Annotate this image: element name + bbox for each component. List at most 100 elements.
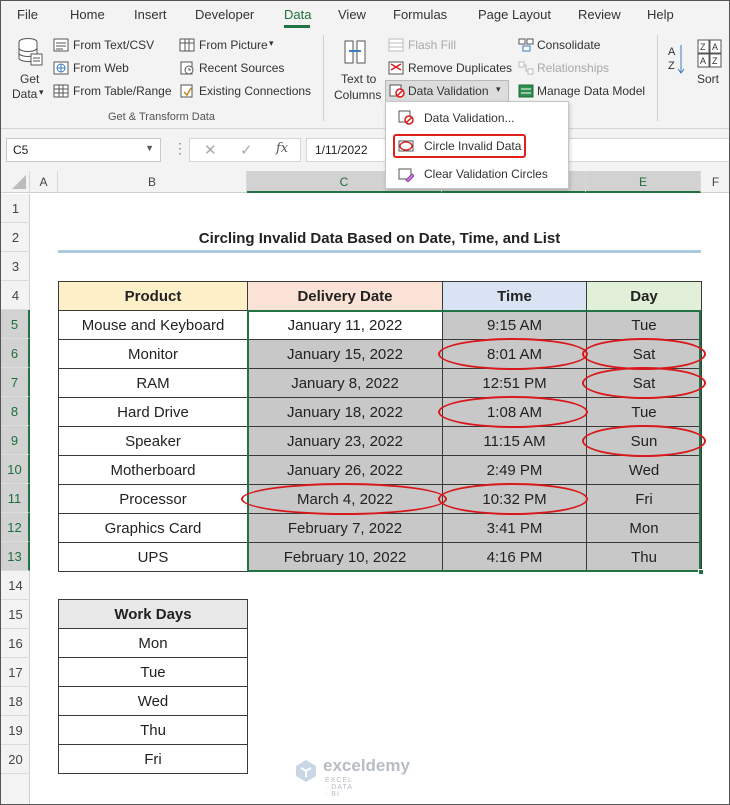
row-header[interactable]: 8	[1, 397, 30, 426]
tab-insert[interactable]: Insert	[134, 7, 167, 22]
get-data-button[interactable]: Get Data ▾	[9, 35, 49, 105]
sort-button[interactable]: ZAAZ Sort	[693, 37, 727, 107]
row-header[interactable]: 2	[1, 223, 30, 252]
flash-fill-button[interactable]: Flash Fill	[388, 37, 478, 55]
cell-time[interactable]: 2:49 PM	[442, 455, 587, 485]
sort-az-button[interactable]: AZ	[665, 39, 687, 89]
header-time[interactable]: Time	[442, 281, 587, 311]
row-header[interactable]: 11	[1, 484, 30, 513]
cell-work-day[interactable]: Mon	[58, 628, 248, 658]
row-header[interactable]: 13	[1, 542, 30, 571]
row-header[interactable]: 9	[1, 426, 30, 455]
menu-item-clear-validation-circles[interactable]: Clear Validation Circles	[386, 161, 568, 187]
select-all-corner[interactable]	[1, 171, 30, 193]
row-header[interactable]: 20	[1, 745, 30, 774]
cell-product[interactable]: Monitor	[58, 339, 248, 369]
cell-date[interactable]: February 7, 2022	[247, 513, 443, 543]
cell-product[interactable]: UPS	[58, 542, 248, 572]
insert-function-button[interactable]: fx	[276, 141, 288, 156]
row-header[interactable]: 14	[1, 571, 30, 600]
cell-date[interactable]: January 23, 2022	[247, 426, 443, 456]
consolidate-button[interactable]: Consolidate	[518, 37, 613, 55]
cell-product[interactable]: Speaker	[58, 426, 248, 456]
existing-connections-button[interactable]: Existing Connections	[179, 83, 319, 101]
row-header[interactable]: 15	[1, 600, 30, 629]
cell-time[interactable]: 9:15 AM	[442, 310, 587, 340]
name-box[interactable]: C5 ▼	[6, 138, 161, 162]
cell-day[interactable]: Wed	[586, 455, 702, 485]
data-validation-button[interactable]: Data Validation ▾	[385, 80, 509, 102]
cell-product[interactable]: Mouse and Keyboard	[58, 310, 248, 340]
header-delivery-date[interactable]: Delivery Date	[247, 281, 443, 311]
cancel-icon[interactable]: ✕	[204, 141, 217, 159]
row-header[interactable]: 10	[1, 455, 30, 484]
cell-date[interactable]: February 10, 2022	[247, 542, 443, 572]
tab-formulas[interactable]: Formulas	[393, 7, 447, 22]
row-header[interactable]: 16	[1, 629, 30, 658]
column-header-a[interactable]: A	[30, 171, 58, 193]
cell-work-day[interactable]: Thu	[58, 715, 248, 745]
cell-time[interactable]: 8:01 AM	[442, 339, 587, 369]
row-header[interactable]: 19	[1, 716, 30, 745]
menu-item-data-validation[interactable]: Data Validation...	[386, 105, 568, 131]
cell-time[interactable]: 1:08 AM	[442, 397, 587, 427]
cell-date[interactable]: January 15, 2022	[247, 339, 443, 369]
enter-icon[interactable]: ✓	[240, 141, 253, 159]
tab-review[interactable]: Review	[578, 7, 621, 22]
cell-day[interactable]: Tue	[586, 310, 702, 340]
cell-work-day[interactable]: Tue	[58, 657, 248, 687]
cell-day[interactable]: Sun	[586, 426, 702, 456]
remove-duplicates-button[interactable]: Remove Duplicates	[388, 60, 513, 78]
cell-date[interactable]: January 11, 2022	[247, 310, 443, 340]
cell-product[interactable]: Graphics Card	[58, 513, 248, 543]
cell-day[interactable]: Thu	[586, 542, 702, 572]
row-header[interactable]: 4	[1, 281, 30, 310]
recent-sources-button[interactable]: Recent Sources	[179, 60, 289, 78]
header-product[interactable]: Product	[58, 281, 248, 311]
column-header-f[interactable]: F	[701, 171, 729, 193]
header-day[interactable]: Day	[586, 281, 702, 311]
text-to-columns-button[interactable]: Text to Columns	[331, 37, 381, 107]
cell-date[interactable]: January 18, 2022	[247, 397, 443, 427]
relationships-button[interactable]: Relationships	[518, 60, 618, 78]
cell-day[interactable]: Tue	[586, 397, 702, 427]
cell-day[interactable]: Sat	[586, 339, 702, 369]
tab-home[interactable]: Home	[70, 7, 105, 22]
fill-handle[interactable]	[698, 569, 704, 575]
cell-time[interactable]: 12:51 PM	[442, 368, 587, 398]
from-web-button[interactable]: From Web	[53, 60, 143, 78]
tab-developer[interactable]: Developer	[195, 7, 254, 22]
cell-product[interactable]: Motherboard	[58, 455, 248, 485]
cell-time[interactable]: 4:16 PM	[442, 542, 587, 572]
cell-product[interactable]: Processor	[58, 484, 248, 514]
cell-date[interactable]: January 8, 2022	[247, 368, 443, 398]
cell-date[interactable]: January 26, 2022	[247, 455, 443, 485]
row-header[interactable]: 17	[1, 658, 30, 687]
from-table-range-button[interactable]: From Table/Range	[53, 83, 173, 101]
row-header[interactable]: 18	[1, 687, 30, 716]
cell-day[interactable]: Sat	[586, 368, 702, 398]
column-header-b[interactable]: B	[58, 171, 247, 193]
cell-time[interactable]: 10:32 PM	[442, 484, 587, 514]
cell-day[interactable]: Fri	[586, 484, 702, 514]
tab-page-layout[interactable]: Page Layout	[478, 7, 551, 22]
column-header-e[interactable]: E	[586, 171, 701, 193]
row-header[interactable]: 7	[1, 368, 30, 397]
row-header[interactable]: 3	[1, 252, 30, 281]
row-header[interactable]: 1	[1, 194, 30, 223]
row-header[interactable]: 12	[1, 513, 30, 542]
from-text-csv-button[interactable]: From Text/CSV	[53, 37, 158, 55]
tab-file[interactable]: File	[17, 7, 38, 22]
cell-day[interactable]: Mon	[586, 513, 702, 543]
tab-view[interactable]: View	[338, 7, 366, 22]
cell-product[interactable]: Hard Drive	[58, 397, 248, 427]
cell-work-day[interactable]: Wed	[58, 686, 248, 716]
cell-time[interactable]: 3:41 PM	[442, 513, 587, 543]
cell-time[interactable]: 11:15 AM	[442, 426, 587, 456]
header-work-days[interactable]: Work Days	[58, 599, 248, 629]
tab-data[interactable]: Data	[284, 7, 311, 22]
chevron-down-icon[interactable]: ▼	[145, 143, 154, 153]
tab-help[interactable]: Help	[647, 7, 674, 22]
row-header[interactable]: 5	[1, 310, 30, 339]
manage-data-model-button[interactable]: Manage Data Model	[518, 83, 653, 101]
